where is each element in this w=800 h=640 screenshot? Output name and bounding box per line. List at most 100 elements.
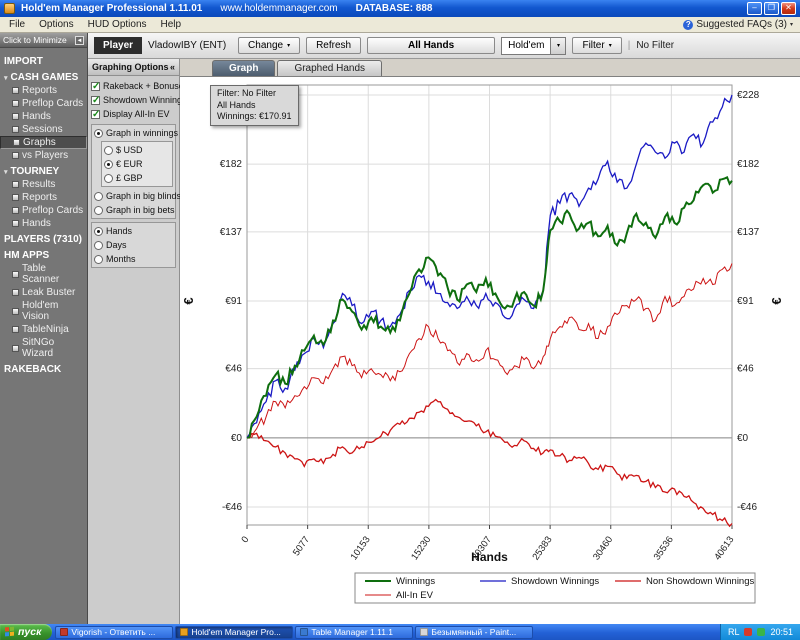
list-item-icon bbox=[12, 152, 19, 159]
collapse-left-icon: ◄ bbox=[75, 36, 84, 45]
chevron-down-icon[interactable]: ▾ bbox=[550, 38, 565, 54]
radio-usd[interactable]: $ USD bbox=[102, 143, 172, 157]
taskbar-button-paint[interactable]: Безымянный - Paint... bbox=[415, 626, 533, 639]
sidebar-section-players-7310[interactable]: PLAYERS (7310) bbox=[0, 230, 87, 246]
taskbar-button-vigorish[interactable]: Vigorish - Ответить ... bbox=[55, 626, 173, 639]
radio-eur[interactable]: € EUR bbox=[102, 157, 172, 171]
start-button-label: пуск bbox=[18, 626, 41, 638]
sidebar-item-preflop-cards[interactable]: Preflop Cards bbox=[0, 97, 87, 110]
y-tick-label-left: -€46 bbox=[222, 502, 242, 513]
suggested-faqs[interactable]: ? Suggested FAQs (3) ▾ bbox=[683, 19, 798, 30]
radio-icon bbox=[94, 227, 103, 236]
sidebar-item-table-scanner[interactable]: Table Scanner bbox=[0, 262, 87, 286]
radio-label: € EUR bbox=[116, 159, 143, 169]
content: Player VladowIBY (ENT) Change ▾ Refresh … bbox=[88, 33, 800, 624]
refresh-button[interactable]: Refresh bbox=[306, 37, 361, 54]
sidebar-item-label: Table Scanner bbox=[22, 263, 85, 285]
radio-icon bbox=[94, 192, 103, 201]
sidebar-section-cash-games[interactable]: ▾CASH GAMES bbox=[0, 68, 87, 84]
sidebar-minimize-bar[interactable]: Click to Minimize ◄ bbox=[0, 33, 87, 48]
checkbox-display-all-in-ev[interactable]: ✓Display All-In EV bbox=[89, 107, 178, 121]
list-item-icon bbox=[12, 326, 19, 333]
sidebar-item-sessions[interactable]: Sessions bbox=[0, 123, 87, 136]
y-axis-title-left: € bbox=[181, 297, 196, 304]
checkbox-icon: ✓ bbox=[91, 110, 100, 119]
app-icon bbox=[4, 3, 15, 14]
radio-gbp[interactable]: £ GBP bbox=[102, 171, 172, 185]
checkbox-rakeback-bonuses[interactable]: ✓Rakeback + Bonuses bbox=[89, 79, 178, 93]
sidebar-item-sitngo-wizard[interactable]: SitNGo Wizard bbox=[0, 336, 87, 360]
radio-icon bbox=[94, 129, 103, 138]
collapse-left-icon[interactable]: « bbox=[170, 62, 175, 72]
sidebar-item-reports[interactable]: Reports bbox=[0, 84, 87, 97]
game-type-select[interactable]: Hold'em ▾ bbox=[501, 37, 566, 55]
sidebar: Click to Minimize ◄ IMPORT▾CASH GAMESRep… bbox=[0, 33, 88, 624]
all-hands-button[interactable]: All Hands bbox=[367, 37, 495, 54]
content-body: Graphing Options « ✓Rakeback + Bonuses✓S… bbox=[88, 59, 800, 624]
sidebar-item-label: Reports bbox=[22, 192, 57, 203]
menu-hud-options[interactable]: HUD Options bbox=[81, 19, 154, 30]
list-item-icon bbox=[12, 113, 19, 120]
period-group: HandsDaysMonths bbox=[91, 222, 176, 268]
graphing-options-header[interactable]: Graphing Options « bbox=[88, 59, 179, 76]
winnings-group: Graph in winnings $ USD € EUR £ GBP Graph in… bbox=[91, 124, 176, 219]
tray-app-icon[interactable] bbox=[744, 628, 752, 636]
sidebar-item-label: Hands bbox=[22, 111, 51, 122]
y-tick-label-right: -€46 bbox=[737, 502, 757, 513]
sidebar-item-preflop-cards[interactable]: Preflop Cards bbox=[0, 204, 87, 217]
radio-graph-in-big-bets[interactable]: Graph in big bets bbox=[92, 203, 175, 217]
start-button[interactable]: пуск bbox=[0, 624, 52, 640]
menu-help[interactable]: Help bbox=[154, 19, 189, 30]
radio-graph-in-big-blinds[interactable]: Graph in big blinds bbox=[92, 189, 175, 203]
sidebar-item-hands[interactable]: Hands bbox=[0, 217, 87, 230]
x-axis-title: Hands bbox=[471, 550, 508, 564]
change-player-button[interactable]: Change ▾ bbox=[238, 37, 300, 54]
radio-icon bbox=[94, 206, 103, 215]
sidebar-item-tableninja[interactable]: TableNinja bbox=[0, 323, 87, 336]
list-item-icon bbox=[12, 194, 19, 201]
app-window: Hold'em Manager Professional 1.11.01 www… bbox=[0, 0, 800, 640]
taskbar-button-hold-em-manager-pro[interactable]: Hold'em Manager Pro... bbox=[175, 626, 293, 639]
filter-button[interactable]: Filter ▾ bbox=[572, 37, 621, 54]
sidebar-item-hands[interactable]: Hands bbox=[0, 110, 87, 123]
chart-column: Graph Graphed Hands Filter: No Filter Al… bbox=[180, 59, 800, 624]
radio-icon bbox=[94, 255, 103, 264]
sidebar-item-leak-buster[interactable]: Leak Buster bbox=[0, 286, 87, 299]
radio-hands[interactable]: Hands bbox=[92, 224, 175, 238]
minimize-icon[interactable]: – bbox=[747, 2, 762, 15]
sidebar-item-label: Graphs bbox=[23, 137, 56, 148]
radio-days[interactable]: Days bbox=[92, 238, 175, 252]
sidebar-section-label: HM APPS bbox=[4, 250, 49, 261]
checkbox-label: Showdown Winnings bbox=[103, 95, 187, 105]
sidebar-item-reports[interactable]: Reports bbox=[0, 191, 87, 204]
sidebar-item-hold-em-vision[interactable]: Hold'em Vision bbox=[0, 299, 87, 323]
sidebar-item-vs-players[interactable]: vs Players bbox=[0, 149, 87, 162]
title-bar: Hold'em Manager Professional 1.11.01 www… bbox=[0, 0, 800, 17]
maximize-icon[interactable]: ❐ bbox=[764, 2, 779, 15]
sidebar-section-import[interactable]: IMPORT bbox=[0, 52, 87, 68]
radio-graph-in-winnings[interactable]: Graph in winnings bbox=[92, 126, 175, 140]
menu-bar: File Options HUD Options Help ? Suggeste… bbox=[0, 17, 800, 33]
checkbox-showdown-winnings[interactable]: ✓Showdown Winnings bbox=[89, 93, 178, 107]
sidebar-section-tourney[interactable]: ▾TOURNEY bbox=[0, 162, 87, 178]
list-item-icon bbox=[12, 207, 19, 214]
tab-graph[interactable]: Graph bbox=[212, 60, 275, 76]
taskbar-button-table-manager-1-11-1[interactable]: Table Manager 1.11.1 bbox=[295, 626, 413, 639]
window-controls: – ❐ ✕ bbox=[747, 2, 796, 15]
info-filter-line: Filter: No Filter bbox=[217, 88, 292, 100]
tray-status-icon[interactable] bbox=[757, 628, 765, 636]
radio-icon bbox=[104, 174, 113, 183]
sidebar-item-results[interactable]: Results bbox=[0, 178, 87, 191]
radio-months[interactable]: Months bbox=[92, 252, 175, 266]
menu-file[interactable]: File bbox=[2, 19, 32, 30]
language-indicator[interactable]: RL bbox=[728, 627, 740, 637]
main-area: Click to Minimize ◄ IMPORT▾CASH GAMESRep… bbox=[0, 33, 800, 624]
close-icon[interactable]: ✕ bbox=[781, 2, 796, 15]
sidebar-section-rakeback[interactable]: RAKEBACK bbox=[0, 360, 87, 376]
sidebar-section-label: RAKEBACK bbox=[4, 364, 61, 375]
tab-graphed-hands[interactable]: Graphed Hands bbox=[277, 60, 382, 76]
sidebar-item-graphs[interactable]: Graphs bbox=[0, 136, 87, 149]
sidebar-section-hm-apps[interactable]: HM APPS bbox=[0, 246, 87, 262]
menu-options[interactable]: Options bbox=[32, 19, 80, 30]
player-toolbar: Player VladowIBY (ENT) Change ▾ Refresh … bbox=[88, 33, 800, 59]
